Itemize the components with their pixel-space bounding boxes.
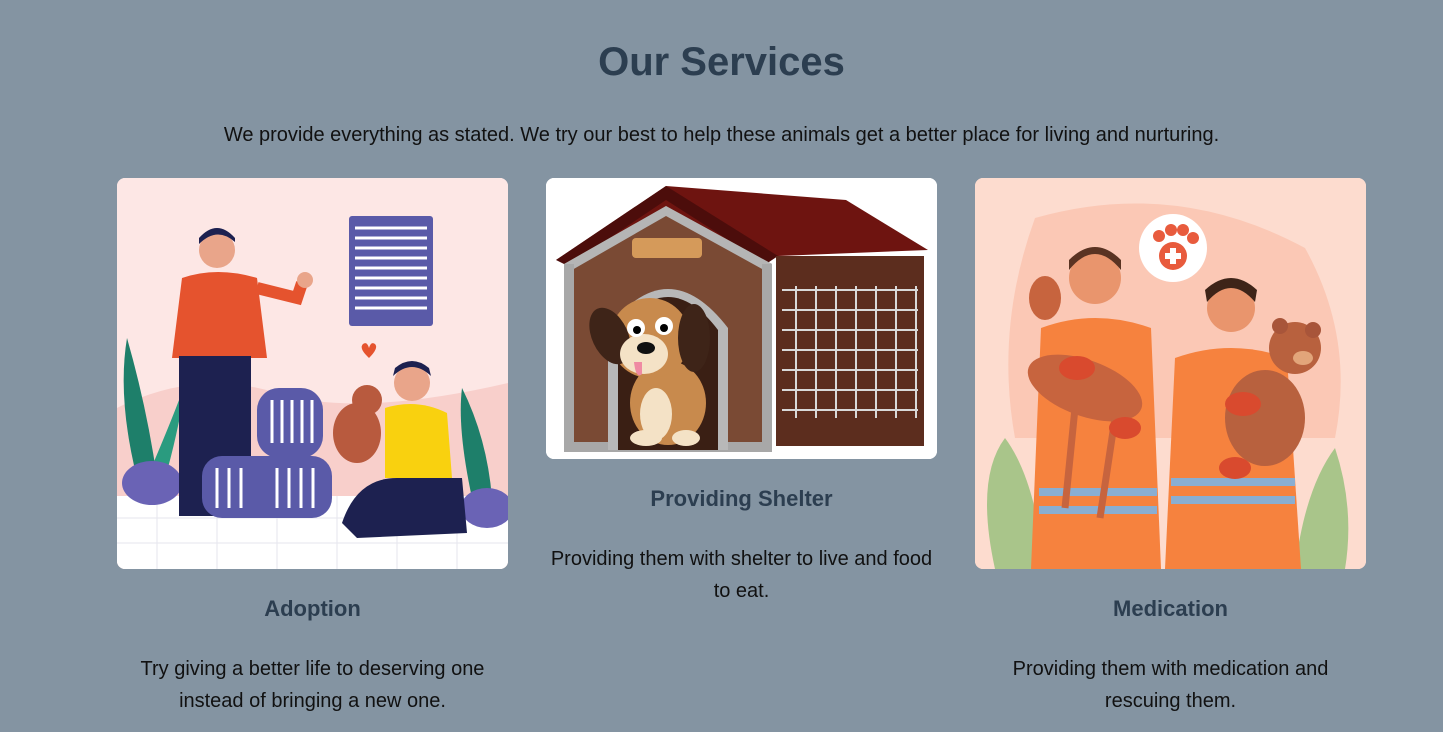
card-title-medication: Medication bbox=[1113, 596, 1228, 621]
service-card-medication: Medication Providing them with medicatio… bbox=[975, 178, 1366, 718]
card-title-adoption: Adoption bbox=[264, 596, 361, 621]
dog-house-illustration bbox=[546, 178, 937, 459]
section-subtitle: We provide everything as stated. We try … bbox=[223, 124, 1220, 146]
section-title: Our Services bbox=[598, 40, 845, 84]
card-title-shelter: Providing Shelter bbox=[650, 486, 833, 511]
rescue-workers-illustration bbox=[975, 178, 1366, 569]
card-description-medication: Providing them with medication and rescu… bbox=[1012, 658, 1329, 712]
adoption-illustration bbox=[117, 178, 508, 569]
service-card-shelter: Providing Shelter Providing them with sh… bbox=[546, 178, 937, 618]
card-description-adoption: Try giving a better life to deserving on… bbox=[140, 658, 485, 712]
card-description-shelter: Providing them with shelter to live and … bbox=[550, 548, 933, 602]
service-card-adoption: Adoption Try giving a better life to des… bbox=[117, 178, 508, 718]
